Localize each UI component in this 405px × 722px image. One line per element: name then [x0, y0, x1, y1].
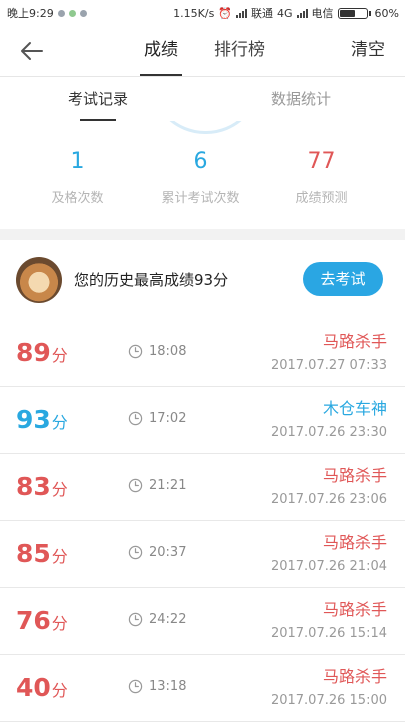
- list-item[interactable]: 89分 18:08 马路杀手 2017.07.27 07:33: [0, 320, 405, 387]
- tab-ranking[interactable]: 排行榜: [214, 26, 265, 76]
- list-item[interactable]: 76分 24:22 马路杀手 2017.07.26 15:14: [0, 588, 405, 655]
- stat-label: 累计考试次数: [161, 191, 240, 206]
- clock-icon: [128, 679, 143, 694]
- exam-duration: 13:18: [149, 679, 187, 694]
- back-button[interactable]: [14, 38, 48, 64]
- stats-panel: 1 及格次数 6 累计考试次数 77 成绩预测: [0, 121, 405, 229]
- stat-label: 成绩预测: [295, 191, 348, 206]
- record-date: 2017.07.26 15:14: [270, 626, 387, 641]
- status-time: 晚上9:29: [7, 7, 54, 20]
- stat-score-prediction: 77 成绩预测: [254, 149, 389, 206]
- exam-duration: 20:37: [149, 545, 187, 560]
- record-title: 木仓车神: [322, 399, 387, 418]
- clock-icon: [128, 612, 143, 627]
- record-date: 2017.07.26 23:30: [270, 425, 387, 440]
- score-value: 76分: [16, 606, 68, 635]
- list-item[interactable]: 40分 13:18 马路杀手 2017.07.26 15:00: [0, 655, 405, 722]
- list-item[interactable]: 85分 20:37 马路杀手 2017.07.26 21:04: [0, 521, 405, 588]
- clock-icon: [128, 344, 143, 359]
- wechat-icon: [68, 9, 76, 17]
- best-score-text: 您的历史最高成绩93分: [74, 271, 229, 289]
- battery-percent: 60%: [374, 6, 399, 20]
- start-exam-button[interactable]: 去考试: [303, 262, 383, 296]
- stat-value: 77: [307, 149, 336, 174]
- record-date: 2017.07.26 21:04: [270, 559, 387, 574]
- stat-value: 1: [70, 149, 85, 174]
- best-score-banner: 您的历史最高成绩93分 去考试: [0, 240, 405, 321]
- top-nav-bar: 成绩 排行榜 清空: [0, 26, 405, 77]
- tab-scores[interactable]: 成绩: [140, 26, 182, 76]
- score-value: 85分: [16, 539, 68, 568]
- record-title: 马路杀手: [322, 466, 387, 485]
- app-notification-icon: [79, 9, 87, 17]
- exam-duration: 24:22: [149, 612, 187, 627]
- signal-icon-2: [296, 8, 308, 18]
- stat-label: 及格次数: [51, 191, 104, 206]
- exam-duration: 21:21: [149, 478, 187, 493]
- sub-tab-bar: 考试记录 数据统计: [0, 77, 405, 121]
- battery-icon: [337, 7, 371, 19]
- score-gauge-arc: [150, 121, 261, 134]
- record-date: 2017.07.27 07:33: [270, 358, 387, 373]
- tab-exam-records[interactable]: 考试记录: [68, 77, 128, 121]
- network-speed: 1.15K/s: [173, 6, 215, 20]
- stat-pass-count: 1 及格次数: [10, 149, 145, 206]
- clock-icon: [128, 478, 143, 493]
- score-value: 89分: [16, 338, 68, 367]
- record-title: 马路杀手: [322, 600, 387, 619]
- status-bar: 晚上9:29 1.15K/s ⏰ 联通 4G 电信 60%: [0, 0, 405, 26]
- score-value: 40分: [16, 673, 68, 702]
- clock-icon: [128, 411, 143, 426]
- exam-record-list: 89分 18:08 马路杀手 2017.07.27 07:33 93分 17:0…: [0, 320, 405, 722]
- network-type: 4G: [277, 6, 293, 20]
- exam-duration: 17:02: [149, 411, 187, 426]
- record-title: 马路杀手: [322, 332, 387, 351]
- stat-value: 6: [193, 149, 208, 174]
- list-item[interactable]: 93分 17:02 木仓车神 2017.07.26 23:30: [0, 387, 405, 454]
- record-date: 2017.07.26 23:06: [270, 492, 387, 507]
- arrow-left-icon: [21, 42, 43, 60]
- score-value: 93分: [16, 405, 68, 434]
- carrier-name-2: 电信: [311, 7, 334, 20]
- record-title: 马路杀手: [322, 533, 387, 552]
- alarm-icon: ⏰: [218, 6, 233, 20]
- avatar: [16, 257, 62, 303]
- notification-icon: [57, 9, 65, 17]
- stat-total-exams: 6 累计考试次数: [133, 149, 268, 206]
- signal-icon: [236, 8, 248, 18]
- record-title: 马路杀手: [322, 667, 387, 686]
- score-value: 83分: [16, 472, 68, 501]
- carrier-name: 联通: [251, 7, 274, 20]
- list-item[interactable]: 83分 21:21 马路杀手 2017.07.26 23:06: [0, 454, 405, 521]
- clear-button[interactable]: 清空: [351, 26, 385, 74]
- exam-duration: 18:08: [149, 344, 187, 359]
- clock-icon: [128, 545, 143, 560]
- tab-data-statistics[interactable]: 数据统计: [271, 77, 331, 121]
- record-date: 2017.07.26 15:00: [270, 693, 387, 708]
